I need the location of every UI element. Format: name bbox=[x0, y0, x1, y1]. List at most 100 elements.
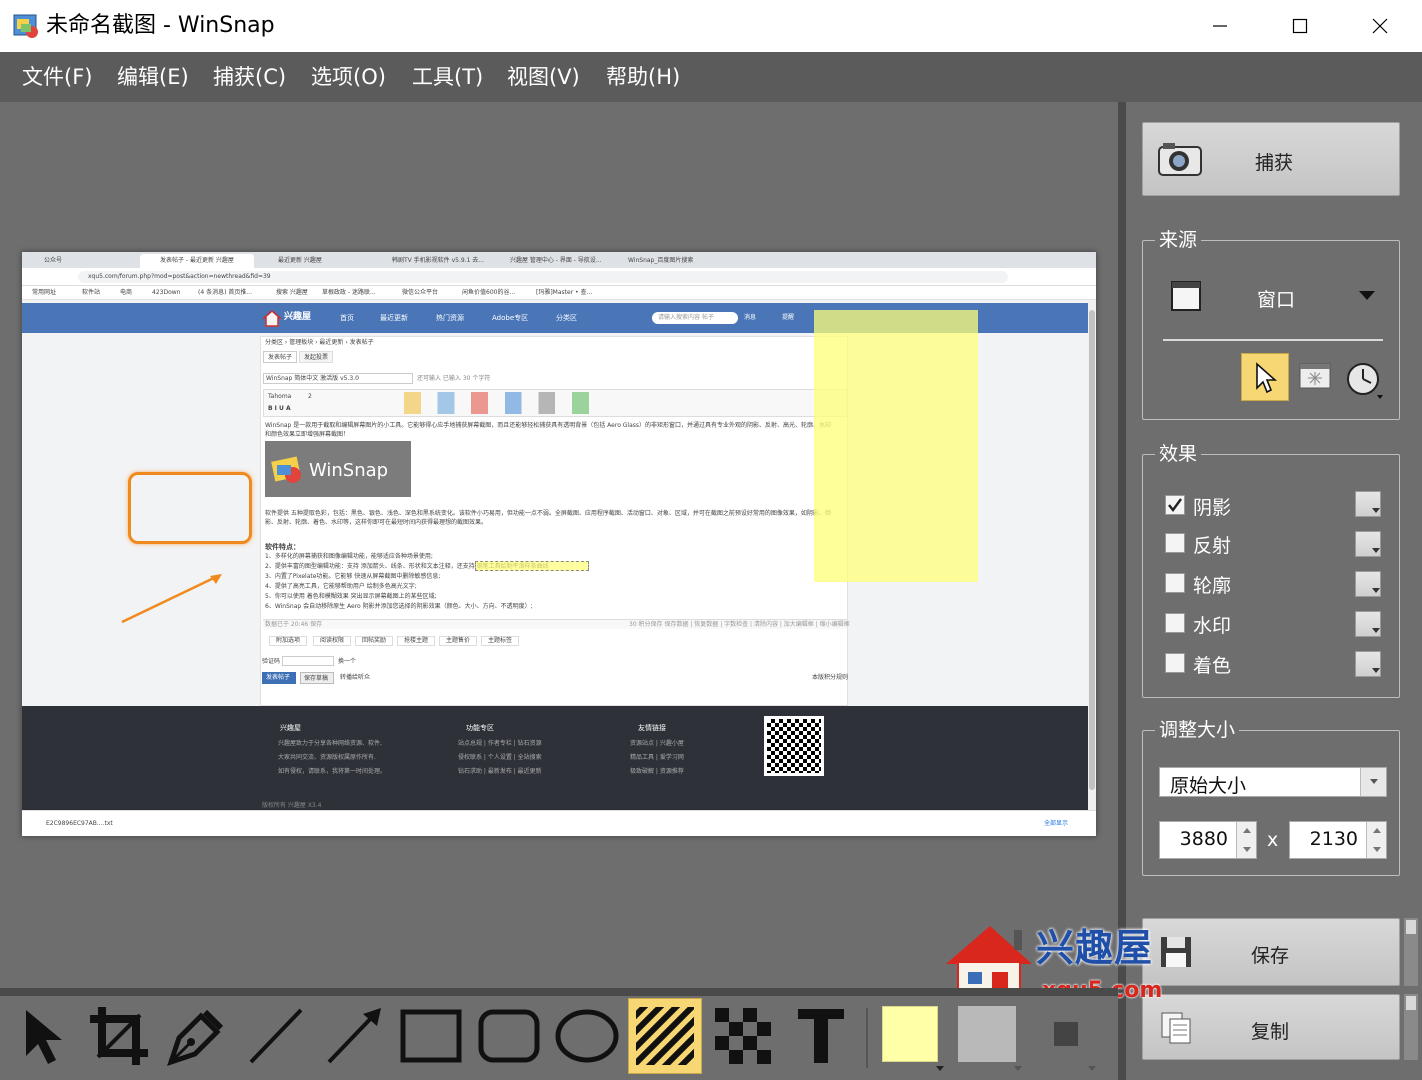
toolbar-separator bbox=[866, 1008, 868, 1068]
site-search-box[interactable]: 请输入搜索内容 帖子 bbox=[652, 312, 738, 324]
maximize-button[interactable] bbox=[1260, 0, 1340, 52]
window-title: 未命名截图 - WinSnap bbox=[46, 13, 275, 38]
minimize-button[interactable] bbox=[1180, 0, 1260, 52]
line-color-swatch[interactable] bbox=[958, 1006, 1016, 1062]
site-nav-item[interactable]: 首页 bbox=[340, 314, 354, 322]
height-input[interactable]: 2130 bbox=[1289, 821, 1387, 859]
line-width-indicator[interactable] bbox=[1054, 1022, 1078, 1046]
tint-label[interactable]: 着色 bbox=[1193, 651, 1231, 678]
chevron-down-icon[interactable] bbox=[1088, 1066, 1096, 1072]
pixelate-tool-button[interactable] bbox=[706, 998, 780, 1074]
copy-button[interactable]: 复制 bbox=[1142, 994, 1400, 1060]
reflection-label[interactable]: 反射 bbox=[1193, 531, 1231, 558]
save-draft-button[interactable]: 保存草稿 bbox=[300, 672, 334, 684]
save-button[interactable]: 保存 bbox=[1142, 918, 1400, 986]
select-tool-button[interactable] bbox=[4, 998, 78, 1074]
rounded-rect-annotation[interactable] bbox=[128, 472, 252, 544]
outline-label[interactable]: 轮廓 bbox=[1193, 571, 1231, 598]
region-select-icon bbox=[1299, 363, 1331, 389]
ellipse-icon bbox=[555, 1009, 619, 1063]
submit-post-button[interactable]: 发表帖子 bbox=[262, 672, 296, 684]
site-nav-item[interactable]: 最近更新 bbox=[380, 314, 408, 322]
reflection-checkbox[interactable] bbox=[1165, 533, 1185, 553]
window-mode-icon bbox=[1171, 281, 1201, 311]
post-tab[interactable]: 发起投票 bbox=[299, 351, 333, 363]
editor-content[interactable]: WinSnap 是一款用于截取和编辑屏幕图片的小工具。它能够得心应手地捕获屏幕截… bbox=[263, 419, 839, 615]
resize-mode-dropdown-button[interactable] bbox=[1360, 768, 1386, 796]
canvas-area[interactable]: 公众号 发表帖子 - 最近更新 兴趣屋 最近更新 兴趣屋 韩剧TV 手机影视软件… bbox=[0, 102, 1118, 988]
tint-checkbox[interactable] bbox=[1165, 653, 1185, 673]
highlight-tool-button[interactable] bbox=[628, 998, 702, 1074]
browser-tab: 韩剧TV 手机影视软件 v5.9.1 去... bbox=[392, 257, 485, 264]
site-logo-text[interactable]: 兴趣屋 bbox=[284, 313, 311, 322]
shadow-label[interactable]: 阴影 bbox=[1193, 493, 1231, 520]
copy-options-handle[interactable] bbox=[1404, 994, 1418, 1060]
winsnap-app-icon[interactable] bbox=[12, 12, 40, 40]
resize-legend: 调整大小 bbox=[1155, 717, 1240, 743]
shadow-settings-dropdown[interactable] bbox=[1355, 491, 1381, 517]
reflection-settings-dropdown[interactable] bbox=[1355, 531, 1381, 557]
chevron-down-icon bbox=[1372, 628, 1380, 633]
site-house-icon bbox=[262, 310, 282, 327]
watermark-checkbox[interactable] bbox=[1165, 613, 1185, 633]
ellipse-tool-button[interactable] bbox=[550, 998, 624, 1074]
arrow-icon bbox=[327, 1008, 381, 1064]
webpage-scrollbar[interactable] bbox=[1088, 300, 1096, 810]
width-spinner[interactable] bbox=[1236, 822, 1256, 858]
arrow-tool-button[interactable] bbox=[316, 998, 390, 1074]
pen-tool-button[interactable] bbox=[160, 998, 234, 1074]
watermark-settings-dropdown[interactable] bbox=[1355, 611, 1381, 637]
save-label: 保存 bbox=[1251, 945, 1290, 967]
browser-tab: 公众号 bbox=[44, 257, 63, 264]
resize-group: 调整大小 原始大小 3880 x 2130 bbox=[1142, 717, 1400, 876]
watermark-label[interactable]: 水印 bbox=[1193, 611, 1231, 638]
menu-options[interactable]: 选项(O) bbox=[311, 52, 386, 102]
close-button[interactable] bbox=[1340, 0, 1420, 52]
menu-help[interactable]: 帮助(H) bbox=[606, 52, 680, 102]
height-spinner[interactable] bbox=[1366, 822, 1386, 858]
timer-button[interactable] bbox=[1345, 361, 1385, 401]
line-tool-button[interactable] bbox=[238, 998, 312, 1074]
menu-view[interactable]: 视图(V) bbox=[507, 52, 580, 102]
highlight-annotation[interactable] bbox=[475, 561, 589, 571]
crop-tool-button[interactable] bbox=[82, 998, 156, 1074]
post-tab-active[interactable]: 发表帖子 bbox=[263, 351, 297, 363]
effects-group: 效果 阴影 反射 轮廓 水印 着色 bbox=[1142, 441, 1400, 698]
arrow-annotation[interactable] bbox=[118, 568, 228, 628]
rounded-rectangle-icon bbox=[478, 1009, 540, 1063]
crop-icon bbox=[90, 1007, 148, 1065]
site-nav-item[interactable]: Adobe专区 bbox=[492, 314, 528, 322]
text-tool-button[interactable] bbox=[784, 998, 858, 1074]
rounded-rectangle-tool-button[interactable] bbox=[472, 998, 546, 1074]
save-options-handle[interactable] bbox=[1404, 918, 1418, 986]
editor-insert-icons[interactable] bbox=[404, 392, 614, 414]
site-nav-item[interactable]: 热门资源 bbox=[436, 314, 464, 322]
width-input[interactable]: 3880 bbox=[1159, 821, 1257, 859]
pointer-mode-button[interactable] bbox=[1241, 353, 1289, 401]
chevron-down-icon[interactable] bbox=[936, 1066, 944, 1072]
editor-status-bar: 数据已于 20:46 保存 30 积分保存 保存数据 | 恢复数据 | 字数检查… bbox=[263, 619, 850, 629]
menu-capture[interactable]: 捕获(C) bbox=[213, 52, 286, 102]
captcha-input[interactable] bbox=[282, 656, 334, 666]
resize-mode-select[interactable]: 原始大小 bbox=[1159, 767, 1387, 797]
menu-edit[interactable]: 编辑(E) bbox=[117, 52, 189, 102]
title-bar: 未命名截图 - WinSnap bbox=[0, 0, 1422, 52]
chevron-down-icon[interactable] bbox=[1014, 1066, 1022, 1072]
region-mode-button[interactable] bbox=[1299, 363, 1331, 389]
menu-tools[interactable]: 工具(T) bbox=[412, 52, 483, 102]
chevron-down-icon[interactable] bbox=[1359, 291, 1375, 301]
rectangle-tool-button[interactable] bbox=[394, 998, 468, 1074]
post-title-input[interactable]: WinSnap 简体中文 激活版 v5.3.0 bbox=[263, 373, 413, 384]
menu-file[interactable]: 文件(F) bbox=[22, 52, 92, 102]
outline-checkbox[interactable] bbox=[1165, 573, 1185, 593]
source-mode-value[interactable]: 窗口 bbox=[1257, 285, 1295, 312]
highlight-rect-annotation[interactable] bbox=[814, 310, 978, 582]
fill-color-swatch[interactable] bbox=[882, 1006, 938, 1062]
site-nav-item[interactable]: 分类区 bbox=[556, 314, 577, 322]
tint-settings-dropdown[interactable] bbox=[1355, 651, 1381, 677]
outline-settings-dropdown[interactable] bbox=[1355, 571, 1381, 597]
captured-screenshot[interactable]: 公众号 发表帖子 - 最近更新 兴趣屋 最近更新 兴趣屋 韩剧TV 手机影视软件… bbox=[22, 252, 1096, 836]
capture-button[interactable]: 捕获 bbox=[1142, 122, 1400, 196]
shadow-checkbox[interactable] bbox=[1165, 495, 1185, 515]
chevron-down-icon bbox=[1372, 588, 1380, 593]
